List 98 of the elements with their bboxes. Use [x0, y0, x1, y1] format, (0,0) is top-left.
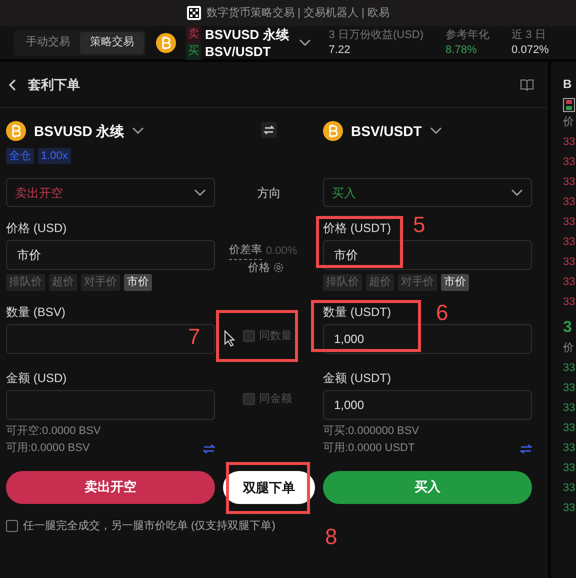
- ask-price: 33: [563, 175, 576, 190]
- chevron-down-icon: [132, 127, 144, 135]
- annotation-number: 8: [325, 523, 338, 551]
- coin-icon: [156, 32, 176, 52]
- column-header: 价: [563, 115, 575, 130]
- price-type-chip[interactable]: 对手价: [398, 274, 437, 290]
- stat-label: 参考年化: [446, 28, 490, 42]
- price-field[interactable]: 市价: [323, 240, 532, 270]
- available-text: 可买:0.000000 BSV: [323, 424, 420, 438]
- stat-value: 8.78%: [446, 42, 478, 58]
- price-type-chip[interactable]: 排队价: [323, 274, 362, 290]
- side-select[interactable]: 卖出开空: [6, 178, 215, 207]
- checkbox[interactable]: [243, 330, 255, 342]
- direction-label: 方向: [257, 185, 281, 202]
- field-label: 数量 (USDT): [323, 304, 391, 318]
- price-field[interactable]: 市价: [6, 240, 215, 270]
- field-label: 金额 (USD): [6, 370, 67, 384]
- stat-label: 3 日万份收益(USD): [328, 28, 424, 42]
- same-amount-label: 同金额: [259, 392, 292, 406]
- bid-price: 33: [563, 421, 576, 436]
- bid-price: 33: [563, 401, 576, 416]
- ask-price: 33: [563, 295, 576, 310]
- swap-icon[interactable]: [520, 444, 532, 454]
- coin-icon: [323, 121, 343, 141]
- price-type-chip[interactable]: 超价: [49, 274, 77, 290]
- available-text: 可开空:0.0000 BSV: [6, 424, 101, 438]
- available-text: 可用:0.0000 USDT: [323, 441, 415, 456]
- sell-tag: 卖: [186, 26, 201, 42]
- logo-icon: [186, 6, 201, 20]
- last-price: 3: [563, 318, 573, 338]
- pair-name: BSV/USDT: [205, 42, 271, 60]
- ask-price: 33: [563, 215, 576, 230]
- back-icon[interactable]: [8, 78, 16, 90]
- stat-label: 近 3 日: [512, 28, 547, 42]
- chevron-down-icon: [430, 127, 442, 135]
- margin-tag: 1.00x: [38, 148, 71, 164]
- spread-value: 0.00%: [266, 244, 298, 258]
- field-label: 价格 (USDT): [323, 220, 391, 235]
- submit-button[interactable]: 卖出开空: [6, 470, 215, 504]
- price-type-chip[interactable]: 市价: [124, 274, 152, 290]
- same-quantity-label: 同数量: [259, 329, 292, 344]
- bid-price: 33: [563, 381, 576, 396]
- mode-tab[interactable]: 手动交易: [16, 32, 80, 54]
- price-setting-label: 价格: [248, 260, 270, 276]
- ask-price: 33: [563, 235, 576, 250]
- settings-icon[interactable]: [273, 262, 284, 274]
- margin-tag: 全仓: [6, 148, 34, 164]
- ask-price: 33: [563, 275, 576, 290]
- coin-name[interactable]: BSVUSD 永续: [34, 120, 124, 142]
- price-type-chip[interactable]: 市价: [441, 274, 469, 290]
- price-type-chip[interactable]: 排队价: [6, 274, 45, 290]
- mode-tab[interactable]: 策略交易: [80, 32, 144, 54]
- fill-option-label: 任一腿完全成交，另一腿市价吃单 (仅支持双腿下单): [23, 518, 276, 534]
- spread-label: 价差率: [229, 242, 262, 260]
- panel-title: 套利下单: [28, 76, 80, 94]
- checkbox[interactable]: [243, 392, 255, 405]
- submit-button[interactable]: 买入: [323, 470, 532, 504]
- quantity-field[interactable]: 1,000: [323, 324, 532, 354]
- ask-price: 33: [563, 135, 576, 150]
- side-select[interactable]: 买入: [323, 178, 532, 207]
- price-type-chip[interactable]: 超价: [366, 274, 394, 290]
- checkbox[interactable]: [6, 520, 18, 532]
- price-type-chip[interactable]: 对手价: [81, 274, 120, 290]
- stat-value: 0.072%: [512, 42, 549, 58]
- bid-price: 33: [563, 481, 576, 496]
- annotation-number: 5: [413, 211, 426, 239]
- amount-field[interactable]: [6, 390, 215, 420]
- column-header: 价: [563, 341, 575, 356]
- field-label: 金额 (USDT): [323, 370, 391, 384]
- mouse-cursor-icon: [224, 330, 236, 347]
- bid-price: 33: [563, 361, 576, 376]
- ask-price: 33: [563, 155, 576, 170]
- dual-order-button[interactable]: 双腿下单: [223, 471, 315, 504]
- field-label: 数量 (BSV): [6, 304, 66, 318]
- chevron-down-icon: [511, 188, 523, 196]
- book-title: B: [563, 76, 573, 93]
- window-title: 数字货币策略交易 | 交易机器人 | 欧易: [206, 6, 390, 21]
- swap-legs-icon[interactable]: [261, 122, 277, 138]
- available-text: 可用:0.0000 BSV: [6, 441, 90, 456]
- swap-icon[interactable]: [203, 444, 215, 454]
- bid-price: 33: [563, 441, 576, 456]
- ask-price: 33: [563, 195, 576, 210]
- coin-name[interactable]: BSV/USDT: [351, 120, 422, 142]
- annotation-number: 7: [188, 323, 200, 351]
- chevron-down-icon: [194, 188, 206, 196]
- amount-field[interactable]: 1,000: [323, 390, 532, 420]
- bid-price: 33: [563, 501, 576, 516]
- book-view-icon[interactable]: [563, 98, 575, 112]
- pair-name: BSVUSD 永续: [205, 26, 289, 42]
- stat-value: 7.22: [328, 42, 352, 58]
- chevron-down-icon: [298, 38, 311, 46]
- ask-price: 33: [563, 255, 576, 270]
- buy-tag: 买: [186, 42, 201, 60]
- coin-icon: [6, 121, 26, 141]
- bid-price: 33: [563, 461, 576, 476]
- field-label: 价格 (USD): [6, 220, 67, 235]
- quantity-field[interactable]: [6, 324, 215, 354]
- book-icon[interactable]: [520, 78, 534, 90]
